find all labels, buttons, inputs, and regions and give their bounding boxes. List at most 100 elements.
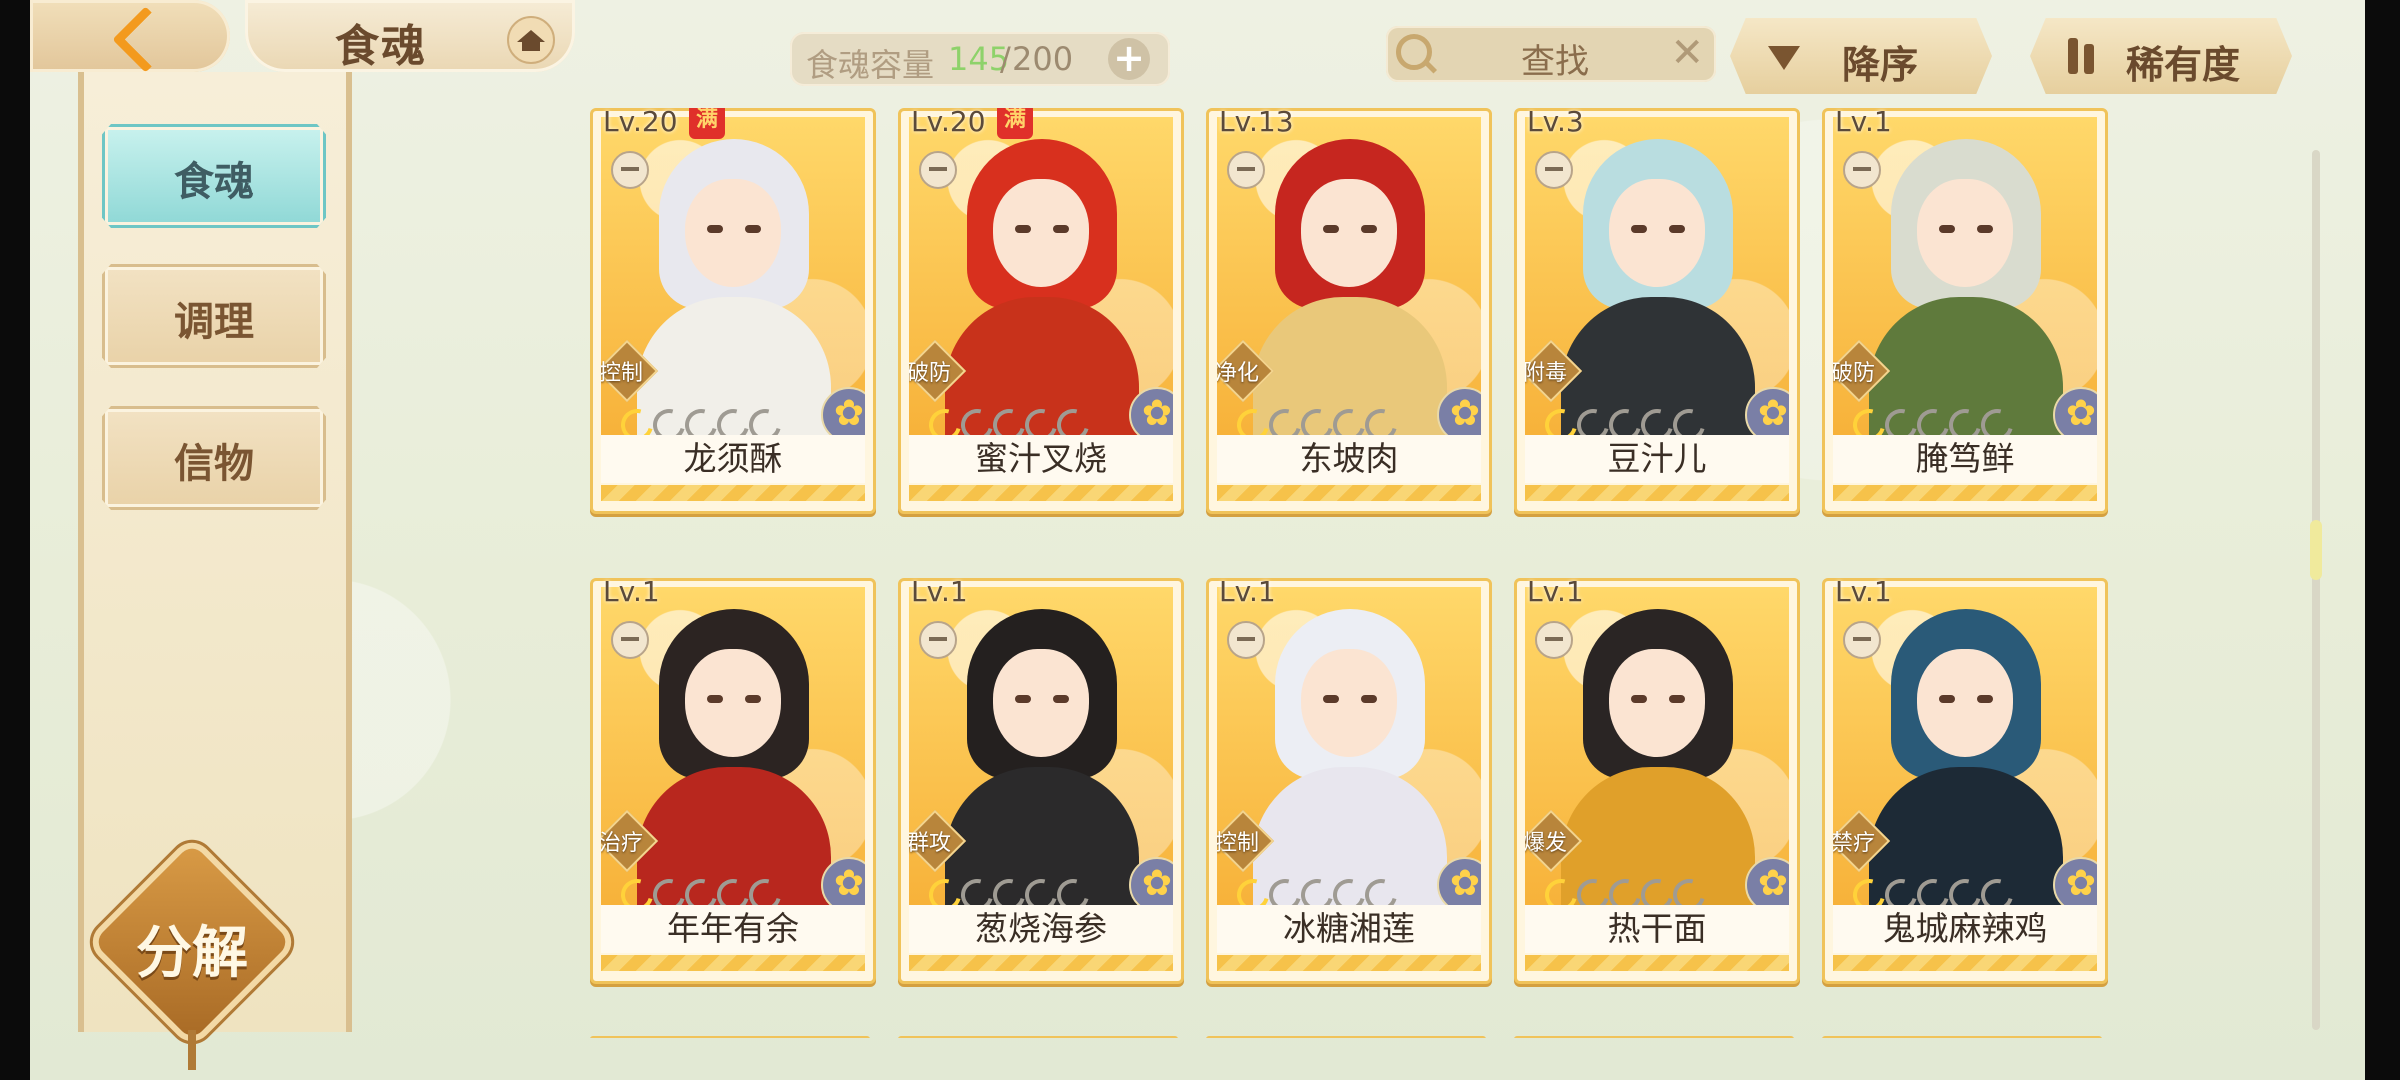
character-portrait: 群攻 xyxy=(909,587,1173,905)
next-row-card xyxy=(1514,1036,1794,1038)
role-label: 破防 xyxy=(1833,361,1876,386)
food-soul-card[interactable]: 破防 Lv.20 满 蜜汁叉烧 xyxy=(898,108,1184,514)
card-name: 鬼城麻辣鸡 xyxy=(1833,905,2097,971)
portrait-eye xyxy=(1323,695,1339,703)
card-name: 蜜汁叉烧 xyxy=(909,435,1173,501)
expand-capacity-button[interactable]: + xyxy=(1108,38,1150,80)
flower-icon xyxy=(1745,387,1789,435)
level-label: Lv.1 xyxy=(1835,575,1892,608)
food-soul-card[interactable]: 禁疗 Lv.1 鬼城麻辣鸡 xyxy=(1822,575,2108,984)
back-arrow-icon xyxy=(112,6,179,73)
portrait-eye xyxy=(1669,695,1685,703)
food-soul-card[interactable]: 破防 Lv.1 腌笃鲜 xyxy=(1822,108,2108,514)
food-soul-card[interactable]: 控制 Lv.1 冰糖湘莲 xyxy=(1206,575,1492,984)
level-label: Lv.20 xyxy=(603,108,678,138)
role-tag: 破防 xyxy=(909,339,967,403)
flower-icon xyxy=(1437,857,1481,905)
card-name: 热干面 xyxy=(1525,905,1789,971)
level-label: Lv.3 xyxy=(1527,108,1584,138)
portrait-eye xyxy=(1015,695,1031,703)
lock-icon[interactable] xyxy=(611,621,649,659)
food-soul-grid: 控制 Lv.20 满 龙须酥 破防 Lv.20 满 蜜汁叉烧 xyxy=(590,108,2120,1038)
lock-icon[interactable] xyxy=(1227,151,1265,189)
next-row-card xyxy=(1206,1036,1486,1038)
search-icon xyxy=(1396,34,1432,70)
tassel-decoration xyxy=(188,1030,196,1070)
lock-icon[interactable] xyxy=(1535,151,1573,189)
portrait-face xyxy=(1609,179,1705,287)
lock-icon[interactable] xyxy=(611,151,649,189)
flower-icon xyxy=(2053,387,2097,435)
flower-icon xyxy=(2053,857,2097,905)
capacity-separator: / xyxy=(1000,40,1011,78)
rarity-filter-button[interactable]: 稀有度 xyxy=(2030,18,2292,94)
role-label: 控制 xyxy=(601,361,644,386)
tab-food-souls[interactable]: 食魂 xyxy=(102,124,326,228)
role-label: 破防 xyxy=(909,361,952,386)
sort-bars-icon xyxy=(2068,38,2102,74)
level-label: Lv.1 xyxy=(1835,108,1892,138)
food-soul-card[interactable]: 净化 Lv.13 东坡肉 xyxy=(1206,108,1492,514)
lock-icon[interactable] xyxy=(1843,621,1881,659)
search-box[interactable]: 查找 ✕ xyxy=(1386,26,1716,82)
back-button[interactable] xyxy=(30,0,230,73)
level-label: Lv.1 xyxy=(1527,575,1584,608)
flower-icon xyxy=(1437,387,1481,435)
portrait-eye xyxy=(1939,695,1955,703)
food-soul-card[interactable]: 爆发 Lv.1 热干面 xyxy=(1514,575,1800,984)
role-label: 爆发 xyxy=(1525,831,1568,856)
food-soul-card[interactable]: 治疗 Lv.1 年年有余 xyxy=(590,575,876,984)
card-name: 葱烧海参 xyxy=(909,905,1173,971)
food-soul-card[interactable]: 附毒 Lv.3 豆汁儿 xyxy=(1514,108,1800,514)
role-tag: 控制 xyxy=(1217,809,1275,873)
lock-icon[interactable] xyxy=(1843,151,1881,189)
level-label: Lv.20 xyxy=(911,108,986,138)
level-label: Lv.1 xyxy=(911,575,968,608)
scrollbar-thumb[interactable] xyxy=(2310,520,2322,580)
role-label: 治疗 xyxy=(601,831,644,856)
house-icon[interactable] xyxy=(507,16,555,64)
title-tab: 食魂 xyxy=(245,0,575,72)
portrait-eye xyxy=(1631,695,1647,703)
capacity-max: 200 xyxy=(1012,40,1074,78)
food-soul-card[interactable]: 控制 Lv.20 满 龙须酥 xyxy=(590,108,876,514)
card-name: 东坡肉 xyxy=(1217,435,1481,501)
page-title: 食魂 xyxy=(335,21,427,72)
character-portrait: 破防 xyxy=(1833,117,2097,435)
level-label: Lv.1 xyxy=(1219,575,1276,608)
level-label: Lv.1 xyxy=(603,575,660,608)
sort-order-label: 降序 xyxy=(1842,43,1919,87)
search-label: 查找 xyxy=(1521,42,1589,82)
flower-icon xyxy=(821,387,865,435)
clear-icon[interactable]: ✕ xyxy=(1670,30,1704,76)
capacity-label: 食魂容量 xyxy=(806,46,935,84)
lock-icon[interactable] xyxy=(1227,621,1265,659)
character-portrait: 治疗 xyxy=(601,587,865,905)
role-tag: 控制 xyxy=(601,339,659,403)
portrait-face xyxy=(993,179,1089,287)
portrait-eye xyxy=(707,225,723,233)
role-label: 群攻 xyxy=(909,831,952,856)
portrait-face xyxy=(1609,649,1705,757)
role-tag: 群攻 xyxy=(909,809,967,873)
sort-order-button[interactable]: 降序 xyxy=(1730,18,1992,94)
role-tag: 治疗 xyxy=(601,809,659,873)
portrait-face xyxy=(1301,179,1397,287)
food-soul-card[interactable]: 群攻 Lv.1 葱烧海参 xyxy=(898,575,1184,984)
card-name: 冰糖湘莲 xyxy=(1217,905,1481,971)
tab-label: 食魂 xyxy=(174,159,254,205)
scrollbar[interactable] xyxy=(2312,150,2320,1030)
tab-cooking[interactable]: 调理 xyxy=(102,264,326,368)
character-portrait: 禁疗 xyxy=(1833,587,2097,905)
level-label: Lv.13 xyxy=(1219,108,1294,138)
portrait-eye xyxy=(1361,225,1377,233)
lock-icon[interactable] xyxy=(1535,621,1573,659)
lock-icon[interactable] xyxy=(919,151,957,189)
portrait-face xyxy=(685,649,781,757)
character-portrait: 净化 xyxy=(1217,117,1481,435)
flower-icon xyxy=(1129,387,1173,435)
tab-tokens[interactable]: 信物 xyxy=(102,406,326,510)
max-level-badge: 满 xyxy=(997,108,1033,139)
character-portrait: 控制 xyxy=(1217,587,1481,905)
lock-icon[interactable] xyxy=(919,621,957,659)
